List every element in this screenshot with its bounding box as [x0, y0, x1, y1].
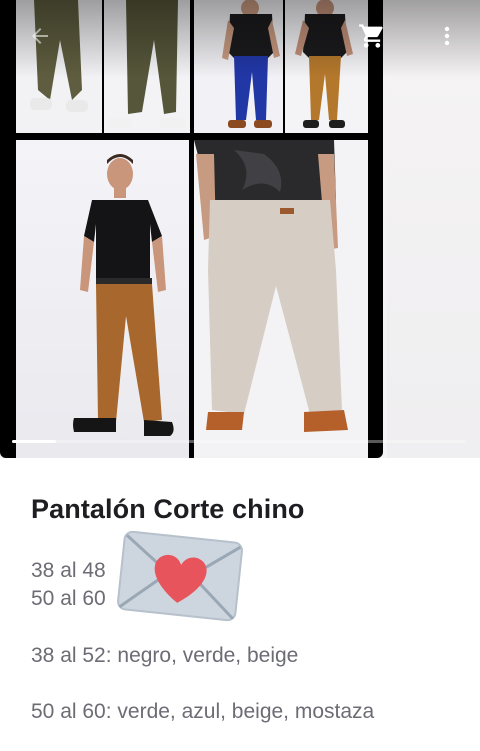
color-availability-line: 38 al 52: negro, verde, beige — [31, 644, 299, 667]
gallery-photo-model-mustard-chinos — [16, 140, 189, 458]
gallery-scroll-indicator — [12, 440, 466, 443]
size-range-line: 50 al 60 — [31, 587, 106, 610]
product-details: Pantalón Corte chino 38 al 48 50 al 60 3… — [0, 458, 480, 751]
product-title: Pantalón Corte chino — [31, 494, 305, 524]
shopping-cart-icon[interactable] — [356, 20, 388, 52]
more-vert-icon[interactable] — [431, 20, 463, 52]
size-range-line: 38 al 48 — [31, 559, 106, 582]
arrow-back-icon[interactable] — [24, 20, 56, 52]
app-top-bar — [0, 0, 480, 78]
color-availability-line: 50 al 60: verde, azul, beige, mostaza — [31, 700, 375, 723]
gallery-photo-beige-chinos — [194, 140, 368, 458]
gallery-scroll-indicator-thumb — [12, 440, 56, 443]
love-letter-icon — [113, 527, 247, 625]
product-image-gallery[interactable] — [0, 0, 480, 458]
